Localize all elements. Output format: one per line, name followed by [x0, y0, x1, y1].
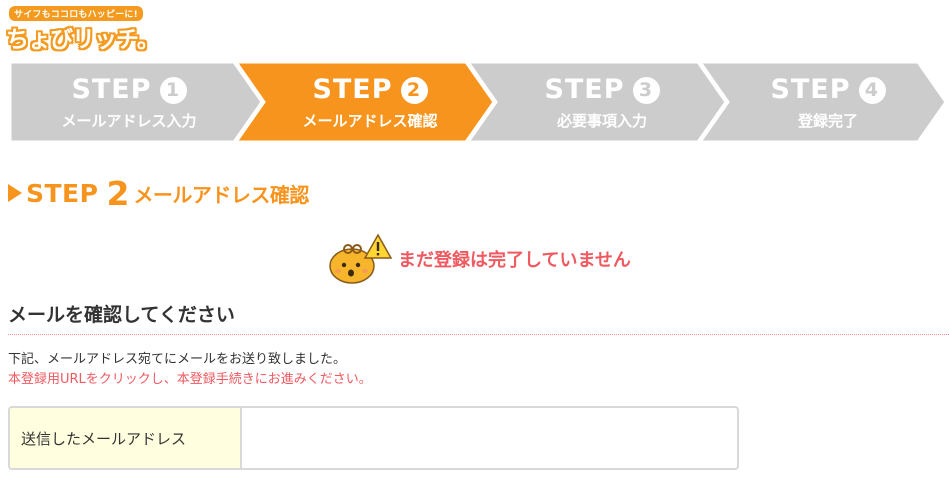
step-1-label: メールアドレス入力: [61, 112, 197, 130]
section-heading: STEP 2 メールアドレス確認: [8, 173, 309, 213]
step-4: STEP 4 登録完了: [720, 58, 936, 146]
dotted-divider: [8, 334, 949, 335]
step-4-number: 4: [858, 76, 886, 104]
step-1: STEP 1 メールアドレス入力: [14, 58, 244, 146]
logo-name: ちょびリッチ。: [6, 27, 160, 53]
step-3-label: 必要事項入力: [556, 112, 647, 130]
step-1-title: STEP: [71, 74, 152, 105]
step-3: STEP 3 必要事項入力: [492, 58, 712, 146]
step-2: STEP 2 メールアドレス確認: [260, 58, 480, 146]
step-1-number: 1: [159, 76, 187, 104]
registration-incomplete-notice: まだ登録は完了していません: [328, 232, 631, 286]
triangle-bullet-icon: [8, 184, 22, 202]
step-progress-bar: STEP 1 メールアドレス入力 STEP 2 メールアドレス確認 STEP 3…: [0, 58, 949, 146]
section-step-word: STEP: [26, 178, 99, 208]
logo-tagline: サイフもココロもハッピーに!: [9, 6, 143, 21]
section-step-number: 2: [106, 173, 130, 213]
step-2-number: 2: [400, 76, 428, 104]
step-4-title: STEP: [770, 74, 851, 105]
step-3-title: STEP: [544, 74, 625, 105]
section-title: メールアドレス確認: [133, 182, 309, 207]
confirm-instruction: 本登録用URLをクリックし、本登録手続きにお進みください。: [8, 372, 372, 387]
site-logo[interactable]: サイフもココロもハッピーに! ちょびリッチ。: [6, 6, 162, 53]
notice-text: まだ登録は完了していません: [398, 250, 631, 271]
confirm-heading: メールを確認してください: [8, 304, 235, 326]
confirm-description: 下記、メールアドレス宛てにメールをお送り致しました。: [8, 352, 347, 367]
sent-email-label: 送信したメールアドレス: [10, 408, 242, 468]
step-2-title: STEP: [312, 74, 393, 105]
mascot-warning-icon: [329, 233, 392, 284]
step-3-number: 3: [632, 76, 660, 104]
step-2-label: メールアドレス確認: [302, 112, 438, 130]
sent-email-table: 送信したメールアドレス: [8, 406, 739, 470]
step-4-label: 登録完了: [797, 112, 858, 130]
sent-email-value: [242, 408, 737, 468]
